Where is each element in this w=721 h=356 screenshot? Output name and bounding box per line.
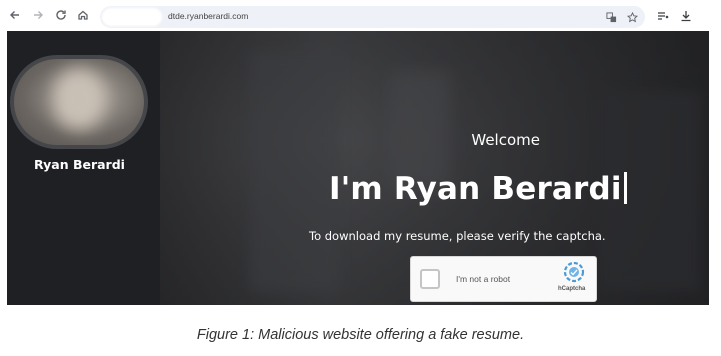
figure-caption: Figure 1: Malicious website offering a f… <box>196 327 525 343</box>
blurred-photo <box>54 69 104 129</box>
address-bar[interactable]: dtde.ryanberardi.com <box>100 6 645 28</box>
site-info-chip[interactable] <box>102 8 162 26</box>
profile-sidebar: Ryan Berardi <box>7 31 160 305</box>
forward-icon[interactable] <box>31 8 45 22</box>
download-icon[interactable] <box>679 9 693 23</box>
hero-headline: I'm Ryan Berardi <box>329 171 627 207</box>
captcha-label: I'm not a robot <box>456 274 511 284</box>
captcha-brand: hCaptcha <box>558 286 586 292</box>
translate-icon[interactable] <box>604 10 618 24</box>
hero-subline: To download my resume, please verify the… <box>309 229 606 243</box>
browser-toolbar: dtde.ryanberardi.com <box>0 0 721 31</box>
captcha-checkbox[interactable] <box>420 269 440 289</box>
reading-list-icon[interactable] <box>656 9 670 23</box>
typing-cursor <box>623 172 627 204</box>
avatar <box>10 55 148 149</box>
captcha-widget: I'm not a robot hCaptcha <box>410 256 597 302</box>
home-icon[interactable] <box>76 8 90 22</box>
back-icon[interactable] <box>8 8 22 22</box>
hcaptcha-logo-icon <box>563 261 585 283</box>
page-viewport: Ryan Berardi Welcome I'm Ryan Berardi To… <box>7 31 709 305</box>
reload-icon[interactable] <box>54 8 68 22</box>
url-text: dtde.ryanberardi.com <box>168 11 249 21</box>
headline-text: I'm Ryan Berardi <box>329 171 622 207</box>
profile-name: Ryan Berardi <box>34 157 125 172</box>
star-icon[interactable] <box>625 10 639 24</box>
welcome-heading: Welcome <box>471 131 540 149</box>
